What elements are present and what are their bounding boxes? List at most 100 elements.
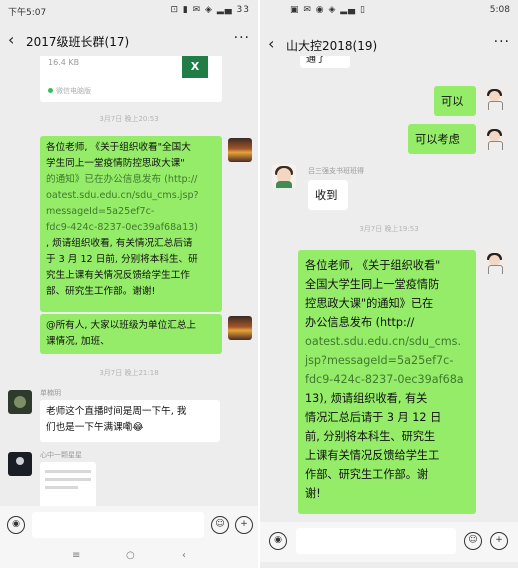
- image-message[interactable]: [40, 462, 96, 506]
- timestamp: 3月7日 晚上21:18: [99, 369, 159, 377]
- file-size: 16.4 KB: [48, 58, 80, 67]
- bubble-line: 究生上课有关情况反馈给学生工作: [46, 270, 190, 281]
- back-nav-icon[interactable]: ‹: [182, 550, 186, 561]
- chat-title: 2017级班长群(17): [26, 35, 130, 49]
- input-bar: ◉ ☺ +: [260, 522, 518, 562]
- back-chevron-icon[interactable]: ‹: [8, 30, 14, 49]
- thumb-line: [45, 470, 91, 473]
- avatar[interactable]: [8, 390, 32, 414]
- chat-bubble[interactable]: 老师这个直播时间是周一下午, 我 们也是一下午满课嘞😂: [40, 400, 220, 442]
- status-time: 下午5:07: [8, 8, 47, 18]
- input-bar: ◉ ☺ +: [0, 506, 258, 546]
- avatar-shirt: [276, 181, 292, 188]
- left-chat-screen: 下午5:07 ⊡ ▮ ✉ ◈ ▂▄ 33 ‹ 2017级班长群(17) ··· …: [0, 0, 258, 568]
- status-icons: ⊡ ▮ ✉ ◈ ▂▄ 33: [170, 5, 250, 15]
- message-list[interactable]: 16.4 KB X 微信电脑版 3月7日 晚上20:53 各位老师, 《关于组织…: [0, 56, 258, 506]
- status-bar: ▣ ✉ ◉ ◈ ▂▄ ▯ 5:08: [260, 0, 518, 22]
- bubble-line: 老师这个直播时间是周一下午, 我: [46, 406, 187, 417]
- voice-icon[interactable]: ◉: [269, 532, 287, 550]
- excel-file-icon: X: [182, 56, 208, 78]
- chat-bubble[interactable]: 收到: [308, 180, 348, 210]
- timestamp: 3月7日 晚上20:53: [99, 115, 159, 123]
- bubble-line: 前, 分别将本科生、研究生: [305, 430, 436, 443]
- emoji-icon[interactable]: ☺: [211, 516, 229, 534]
- bubble-line: 可以考虑: [415, 133, 460, 146]
- message-input[interactable]: [296, 528, 456, 554]
- chat-bubble-notice[interactable]: 各位老师, 《关于组织收看" 全国大学生同上一堂疫情防 控思政大课"的通知》已在…: [298, 250, 476, 514]
- bubble-line: 各位老师, 《关于组织收看": [305, 259, 441, 272]
- avatar-body: [488, 265, 503, 274]
- status-icons: ▣ ✉ ◉ ◈ ▂▄ ▯: [290, 5, 366, 15]
- bubble-line: 学生同上一堂疫情防控思政大课": [46, 158, 185, 169]
- chat-title: 山大控2018(19): [286, 39, 378, 53]
- message-input[interactable]: [32, 512, 204, 538]
- avatar[interactable]: [482, 250, 506, 274]
- chat-bubble[interactable]: 可以考虑: [408, 124, 476, 154]
- system-nav-bar: ≡ ○ ‹: [0, 546, 258, 568]
- bubble-line: oatest.sdu.edu.cn/sdu_cms.: [305, 335, 462, 348]
- home-nav-icon[interactable]: ○: [126, 550, 135, 561]
- bubble-line: 于 3 月 12 日前, 分别将本科生、研: [46, 254, 198, 265]
- menu-nav-icon[interactable]: ≡: [72, 550, 80, 561]
- wechat-dot-icon: [48, 88, 53, 93]
- bubble-line: 上课有关情况反馈给学生工: [305, 449, 440, 462]
- bubble-line: jsp?messageId=5a25ef7c-: [305, 354, 454, 367]
- bubble-line: 作部、研究生工作部。谢: [305, 468, 429, 481]
- avatar[interactable]: [228, 138, 252, 162]
- avatar-body: [488, 101, 503, 110]
- file-source-label: 微信电脑版: [56, 87, 91, 95]
- bubble-line: 情况汇总后请于 3 月 12 日: [305, 411, 442, 424]
- timestamp: 3月7日 晚上19:53: [359, 225, 419, 233]
- emoji-icon[interactable]: ☺: [464, 532, 482, 550]
- chat-bubble[interactable]: 可以: [434, 86, 476, 116]
- plus-icon[interactable]: +: [235, 516, 253, 534]
- bubble-line: 各位老师, 《关于组织收看"全国大: [46, 142, 191, 153]
- bubble-line: @所有人, 大家以班级为单位汇总上: [46, 320, 197, 331]
- back-chevron-icon[interactable]: ‹: [268, 34, 274, 53]
- bubble-line: 控思政大课"的通知》已在: [305, 297, 434, 310]
- bubble-line: fdc9-424c-8237-0ec39af68a: [305, 373, 464, 386]
- status-bar: 下午5:07 ⊡ ▮ ✉ ◈ ▂▄ 33: [0, 0, 258, 22]
- file-message[interactable]: 16.4 KB X 微信电脑版: [40, 56, 222, 102]
- thumb-line: [45, 486, 78, 489]
- chat-bubble[interactable]: @所有人, 大家以班级为单位汇总上 课情况, 加班、: [40, 314, 222, 354]
- bubble-line: , 烦请组织收看, 有关情况汇总后请: [46, 238, 193, 249]
- bubble-line: 谢!: [305, 487, 321, 500]
- avatar[interactable]: [8, 452, 32, 476]
- avatar-image: [14, 396, 26, 408]
- avatar[interactable]: [272, 164, 296, 188]
- bubble-line: 课情况, 加班、: [46, 336, 110, 347]
- status-time: 5:08: [489, 5, 510, 15]
- sender-name: 单楠玥: [40, 389, 61, 397]
- plus-icon[interactable]: +: [490, 532, 508, 550]
- more-icon[interactable]: ···: [234, 30, 250, 46]
- more-icon[interactable]: ···: [494, 34, 510, 50]
- bubble-line: 收到: [315, 189, 338, 202]
- avatar[interactable]: [482, 126, 506, 150]
- voice-icon[interactable]: ◉: [7, 516, 25, 534]
- bubble-line: 部、研究生工作部。谢谢!: [46, 286, 156, 297]
- thumb-line: [45, 478, 91, 481]
- chat-bubble-notice[interactable]: 各位老师, 《关于组织收看"全国大 学生同上一堂疫情防控思政大课" 的通知》已在…: [40, 136, 222, 312]
- avatar-image: [16, 457, 24, 465]
- chat-bubble[interactable]: 通了: [300, 56, 350, 68]
- bubble-line: 的通知》已在办公信息发布 (http://: [46, 174, 198, 185]
- avatar[interactable]: [482, 86, 506, 110]
- avatar[interactable]: [228, 316, 252, 340]
- message-list[interactable]: 通了 可以 可以考虑 吕三强支书班班得 收到 3月7日 晚上19:53 各位老师…: [260, 56, 518, 522]
- bubble-line: 们也是一下午满课嘞😂: [46, 422, 144, 433]
- sender-name: 心中一颗星星: [40, 451, 82, 459]
- right-chat-screen: ▣ ✉ ◉ ◈ ▂▄ ▯ 5:08 ‹ 山大控2018(19) ··· 通了 可…: [260, 0, 518, 568]
- bubble-line: 全国大学生同上一堂疫情防: [305, 278, 440, 291]
- file-source: 微信电脑版: [48, 86, 91, 96]
- bubble-line: 通了: [306, 56, 326, 65]
- bubble-line: 13), 烦请组织收看, 有关: [305, 392, 428, 405]
- chat-header: ‹ 2017级班长群(17) ···: [0, 26, 258, 56]
- avatar-body: [488, 141, 503, 150]
- bubble-line: messageId=5a25ef7c-: [46, 206, 155, 217]
- bubble-line: 可以: [441, 95, 464, 108]
- bubble-line: 办公信息发布 (http://: [305, 316, 415, 329]
- bubble-line: oatest.sdu.edu.cn/sdu_cms.jsp?: [46, 190, 199, 201]
- bubble-line: fdc9-424c-8237-0ec39af68a13): [46, 222, 199, 233]
- sender-name: 吕三强支书班班得: [308, 167, 364, 175]
